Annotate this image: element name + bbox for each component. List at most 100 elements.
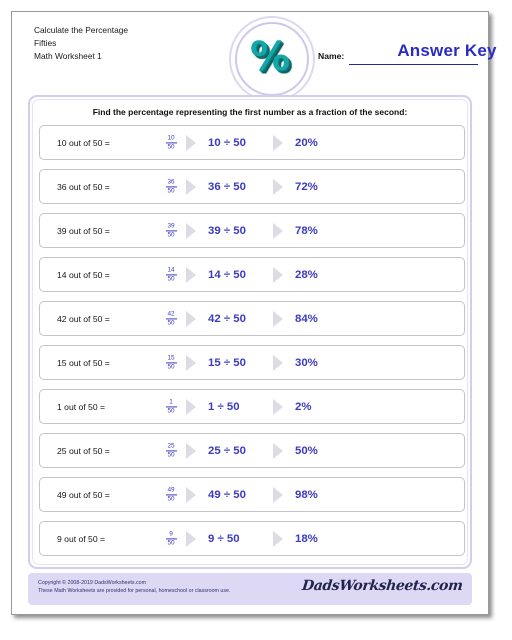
answer-value: 28% (295, 268, 318, 281)
fraction-denominator: 50 (167, 495, 175, 503)
table-row: 49 out of 50 = 49 50 49 ÷ 50 98% (39, 477, 465, 512)
copyright-text: Copyright © 2008-2019 DadsWorksheets.com… (38, 579, 230, 595)
fraction-numerator: 15 (167, 353, 175, 361)
answer-value: 72% (295, 180, 318, 193)
table-row: 36 out of 50 = 36 50 36 ÷ 50 72% (39, 169, 465, 204)
answer-value: 50% (295, 444, 318, 457)
fraction: 10 50 (162, 134, 180, 151)
division-expression: 15 ÷ 50 (208, 356, 246, 369)
fraction-denominator: 50 (167, 143, 175, 151)
arrow-right-icon (186, 222, 196, 239)
arrow-right-icon (186, 530, 196, 547)
fraction: 42 50 (162, 310, 180, 327)
fraction-denominator: 50 (167, 363, 175, 371)
arrow-right-icon (273, 178, 283, 195)
division-expression: 42 ÷ 50 (208, 312, 246, 325)
instructions-text: Find the percentage representing the fir… (92, 107, 408, 117)
worksheet-title-block: Calculate the Percentage Fifties Math Wo… (34, 24, 128, 64)
fraction-denominator: 50 (167, 539, 175, 547)
division-expression: 25 ÷ 50 (208, 444, 246, 457)
table-row: 39 out of 50 = 39 50 39 ÷ 50 78% (39, 213, 465, 248)
worksheet-footer: Copyright © 2008-2019 DadsWorksheets.com… (28, 573, 472, 605)
arrow-right-icon (186, 486, 196, 503)
table-row: 14 out of 50 = 14 50 14 ÷ 50 28% (39, 257, 465, 292)
problem-prompt: 39 out of 50 = (57, 225, 110, 236)
arrow-right-icon (273, 266, 283, 283)
fraction-numerator: 36 (167, 177, 175, 185)
division-expression: 1 ÷ 50 (208, 400, 240, 413)
division-expression: 39 ÷ 50 (208, 224, 246, 237)
arrow-right-icon (186, 398, 196, 415)
copyright-line-1: Copyright © 2008-2019 DadsWorksheets.com (38, 580, 147, 586)
arrow-right-icon (186, 442, 196, 459)
problem-prompt: 25 out of 50 = (57, 445, 110, 456)
fraction: 15 50 (162, 354, 180, 371)
division-expression: 49 ÷ 50 (208, 488, 246, 501)
problem-prompt: 1 out of 50 = (57, 401, 106, 412)
fraction-denominator: 50 (167, 231, 175, 239)
fraction-denominator: 50 (167, 407, 175, 415)
arrow-right-icon (273, 398, 283, 415)
problems-panel: Find the percentage representing the fir… (28, 95, 472, 569)
percent-icon: % (249, 34, 291, 80)
table-row: 15 out of 50 = 15 50 15 ÷ 50 30% (39, 345, 465, 380)
fraction-denominator: 50 (167, 275, 175, 283)
problem-list: 10 out of 50 = 10 50 10 ÷ 50 20% 36 out … (39, 125, 465, 565)
fraction-numerator: 1 (169, 397, 173, 405)
fraction: 1 50 (162, 398, 180, 415)
brand-logo: DadsWorksheets.com (300, 578, 463, 594)
table-row: 25 out of 50 = 25 50 25 ÷ 50 50% (39, 433, 465, 468)
arrow-right-icon (186, 310, 196, 327)
fraction-numerator: 10 (167, 133, 175, 141)
arrow-right-icon (273, 134, 283, 151)
fraction-numerator: 9 (169, 529, 173, 537)
division-expression: 9 ÷ 50 (208, 532, 240, 545)
arrow-right-icon (273, 486, 283, 503)
problem-prompt: 36 out of 50 = (57, 181, 110, 192)
problem-prompt: 42 out of 50 = (57, 313, 110, 324)
arrow-right-icon (273, 222, 283, 239)
fraction-denominator: 50 (167, 187, 175, 195)
fraction: 14 50 (162, 266, 180, 283)
fraction-denominator: 50 (167, 319, 175, 327)
answer-value: 78% (295, 224, 318, 237)
problem-prompt: 14 out of 50 = (57, 269, 110, 280)
problem-prompt: 10 out of 50 = (57, 137, 110, 148)
worksheet-number: Math Worksheet 1 (34, 51, 102, 62)
problem-prompt: 9 out of 50 = (57, 533, 106, 544)
answer-value: 2% (295, 400, 312, 413)
answer-value: 30% (295, 356, 318, 369)
answer-value: 84% (295, 312, 318, 325)
answer-value: 18% (295, 532, 318, 545)
answer-value: 20% (295, 136, 318, 149)
arrow-right-icon (273, 530, 283, 547)
fraction-numerator: 25 (167, 441, 175, 449)
fraction-numerator: 14 (167, 265, 175, 273)
arrow-right-icon (273, 310, 283, 327)
arrow-right-icon (186, 354, 196, 371)
name-label: Name: (318, 51, 345, 61)
table-row: 9 out of 50 = 9 50 9 ÷ 50 18% (39, 521, 465, 556)
fraction-numerator: 42 (167, 309, 175, 317)
arrow-right-icon (273, 354, 283, 371)
arrow-right-icon (273, 442, 283, 459)
table-row: 10 out of 50 = 10 50 10 ÷ 50 20% (39, 125, 465, 160)
arrow-right-icon (186, 178, 196, 195)
fraction-denominator: 50 (167, 451, 175, 459)
answer-key-label: Answer Key (397, 41, 497, 60)
division-expression: 36 ÷ 50 (208, 180, 246, 193)
arrow-right-icon (186, 266, 196, 283)
worksheet-subtitle: Fifties (34, 38, 57, 49)
worksheet-title: Calculate the Percentage (34, 25, 129, 35)
worksheet-header: Calculate the Percentage Fifties Math Wo… (12, 12, 496, 102)
table-row: 1 out of 50 = 1 50 1 ÷ 50 2% (39, 389, 465, 424)
table-row: 42 out of 50 = 42 50 42 ÷ 50 84% (39, 301, 465, 336)
division-expression: 14 ÷ 50 (208, 268, 246, 281)
fraction: 9 50 (162, 530, 180, 547)
problem-prompt: 49 out of 50 = (57, 489, 110, 500)
fraction-numerator: 39 (167, 221, 175, 229)
copyright-line-2: These Math Worksheets are provided for p… (38, 588, 231, 594)
name-input-line[interactable]: Answer Key (349, 41, 496, 65)
problem-prompt: 15 out of 50 = (57, 357, 110, 368)
division-expression: 10 ÷ 50 (208, 136, 246, 149)
